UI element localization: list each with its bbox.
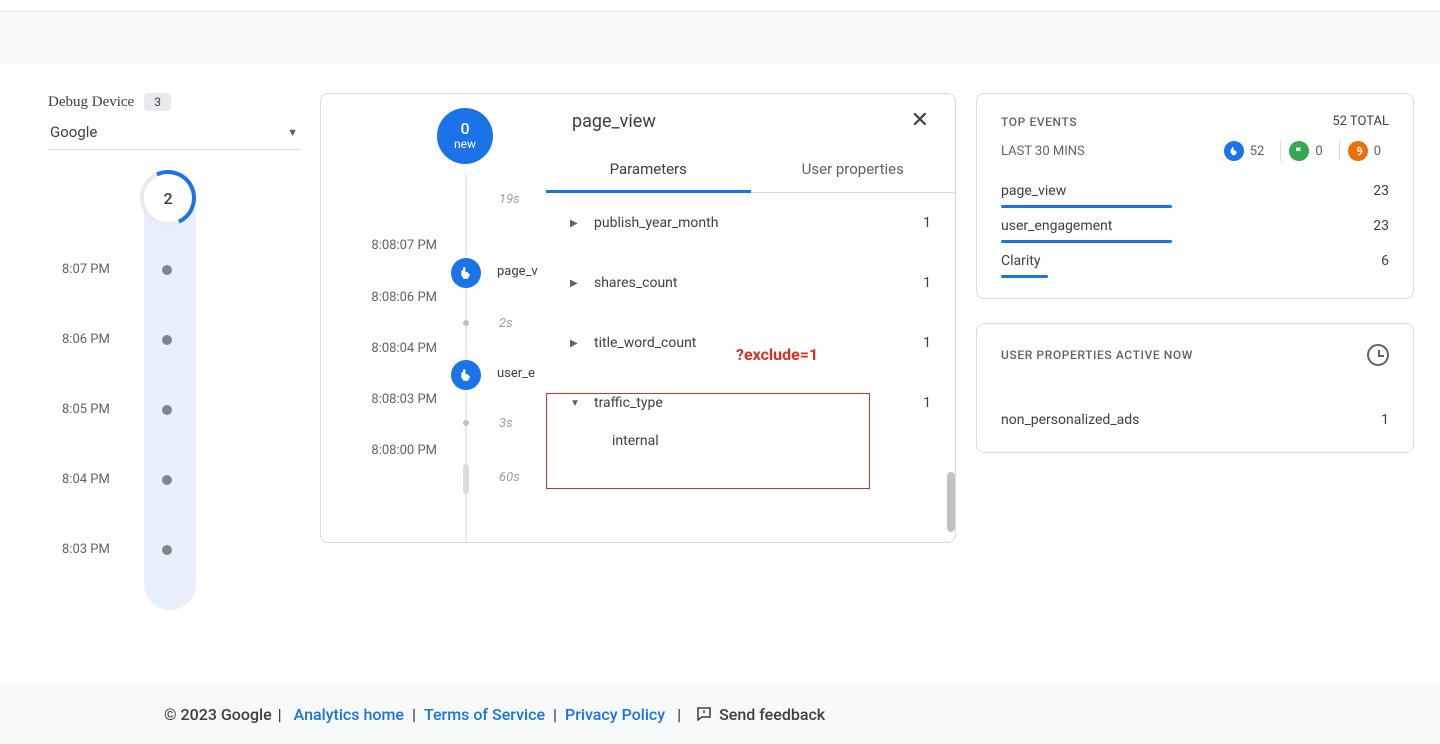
top-events-total: 52 TOTAL xyxy=(1332,114,1389,129)
footer-link-privacy[interactable]: Privacy Policy xyxy=(565,705,665,724)
user-property-row[interactable]: non_personalized_ads 1 xyxy=(1001,406,1389,434)
event-detail-panel: page_view ✕ Parameters User properties ?… xyxy=(546,94,955,542)
event-type-legend: 52 0 0 xyxy=(1216,141,1389,161)
device-select-value: Google xyxy=(50,123,97,141)
debug-device-header: Debug Device 3 xyxy=(48,93,300,111)
timeline-minute[interactable]: 8:07 PM xyxy=(48,262,300,277)
legend-error: 0 xyxy=(1339,141,1389,161)
user-property-count: 1 xyxy=(1381,412,1389,428)
stream-event-label[interactable]: page_v xyxy=(497,264,538,279)
user-properties-title: USER PROPERTIES ACTIVE NOW xyxy=(1001,348,1193,362)
parameter-name: traffic_type xyxy=(594,395,663,411)
top-event-item[interactable]: page_view 23 xyxy=(1001,175,1389,210)
event-detail-title: page_view xyxy=(572,111,656,132)
top-events-title: TOP EVENTS xyxy=(1001,115,1077,129)
timeline-active-count-value: 2 xyxy=(163,189,172,208)
parameter-name: shares_count xyxy=(594,275,677,291)
debug-device-count-badge: 3 xyxy=(144,93,171,111)
top-event-name: user_engagement xyxy=(1001,218,1112,234)
stream-timestamp: 8:08:06 PM xyxy=(345,290,437,305)
footer-link-tos[interactable]: Terms of Service xyxy=(424,705,545,724)
minute-timeline: 2 8:07 PM 8:06 PM 8:05 PM 8:04 PM 8:03 P… xyxy=(48,170,300,610)
event-stream: 0 new 19s 8:08:07 PM page_v 8:08:06 PM 2s 8:0… xyxy=(321,94,546,542)
tab-user-properties[interactable]: User properties xyxy=(751,146,956,192)
event-stream-card: 0 new 19s 8:08:07 PM page_v 8:08:06 PM 2s 8:0… xyxy=(320,93,956,543)
device-select[interactable]: Google ▼ xyxy=(48,123,300,150)
parameter-value: internal xyxy=(570,433,931,463)
new-events-badge[interactable]: 0 new xyxy=(437,108,493,164)
parameter-row[interactable]: ▶ publish_year_month 1 xyxy=(570,193,931,253)
flag-icon xyxy=(1289,141,1309,161)
parameter-count: 1 xyxy=(923,395,931,411)
top-event-count: 23 xyxy=(1373,218,1389,234)
chevron-right-icon: ▶ xyxy=(570,278,580,289)
timeline-minute[interactable]: 8:05 PM xyxy=(48,402,300,417)
chevron-right-icon: ▶ xyxy=(570,218,580,229)
feedback-icon xyxy=(695,705,713,723)
send-feedback-button[interactable]: Send feedback xyxy=(695,705,825,724)
footer-copyright: © 2023 Google xyxy=(164,705,272,724)
timeline-active-count[interactable]: 2 xyxy=(140,170,196,226)
parameter-name: title_word_count xyxy=(594,335,696,351)
stream-timestamp: 8:08:04 PM xyxy=(345,341,437,356)
user-properties-card: USER PROPERTIES ACTIVE NOW non_personali… xyxy=(976,323,1414,453)
parameter-row[interactable]: ▼ traffic_type 1 xyxy=(570,373,931,433)
top-event-bar xyxy=(1001,240,1172,243)
top-event-name: page_view xyxy=(1001,183,1066,199)
scrollbar-thumb[interactable] xyxy=(947,472,955,532)
stream-gap-label: 2s xyxy=(499,316,513,331)
top-event-name: Clarity xyxy=(1001,253,1040,269)
timeline-minute[interactable]: 8:04 PM xyxy=(48,472,300,487)
stream-gap-label: 60s xyxy=(499,470,520,485)
parameter-count: 1 xyxy=(923,275,931,291)
history-icon[interactable] xyxy=(1367,344,1389,366)
top-event-item[interactable]: user_engagement 23 xyxy=(1001,210,1389,245)
parameter-name: publish_year_month xyxy=(594,215,718,231)
close-icon[interactable]: ✕ xyxy=(911,110,929,132)
top-event-item[interactable]: Clarity 6 xyxy=(1001,245,1389,280)
parameter-row[interactable]: ▶ shares_count 1 xyxy=(570,253,931,313)
parameter-count: 1 xyxy=(923,215,931,231)
stream-event-dot[interactable] xyxy=(451,360,481,390)
chevron-down-icon: ▼ xyxy=(570,398,580,409)
stream-gap-marker xyxy=(463,320,469,326)
chevron-down-icon: ▼ xyxy=(287,126,298,139)
stream-event-dot[interactable] xyxy=(451,258,481,288)
stream-gap-marker xyxy=(463,464,469,494)
touch-icon xyxy=(1224,141,1244,161)
annotation-exclude: ?exclude=1 xyxy=(736,345,818,364)
chevron-right-icon: ▶ xyxy=(570,338,580,349)
stream-timestamp: 8:08:07 PM xyxy=(345,238,437,253)
user-property-name: non_personalized_ads xyxy=(1001,412,1139,428)
legend-conversion: 0 xyxy=(1280,141,1330,161)
stream-gap-marker xyxy=(463,420,469,426)
footer: © 2023 Google | Analytics home | Terms o… xyxy=(0,684,1440,744)
stream-timestamp: 8:08:03 PM xyxy=(345,392,437,407)
debug-device-label: Debug Device xyxy=(48,94,134,111)
top-event-count: 6 xyxy=(1381,253,1389,269)
footer-link-analytics-home[interactable]: Analytics home xyxy=(294,705,404,724)
tab-parameters[interactable]: Parameters xyxy=(546,146,751,193)
timeline-minute[interactable]: 8:03 PM xyxy=(48,542,300,557)
stream-gap-label: 19s xyxy=(499,192,520,207)
top-events-subtitle: LAST 30 MINS xyxy=(1001,144,1085,159)
parameter-count: 1 xyxy=(923,335,931,351)
top-event-count: 23 xyxy=(1373,183,1389,199)
stream-event-label[interactable]: user_e xyxy=(497,366,535,381)
top-event-bar xyxy=(1001,205,1172,208)
legend-automatic: 52 xyxy=(1216,141,1273,161)
top-event-bar xyxy=(1001,275,1048,278)
stream-gap-label: 3s xyxy=(499,416,513,431)
timeline-minute[interactable]: 8:06 PM xyxy=(48,332,300,347)
top-events-card: TOP EVENTS 52 TOTAL LAST 30 MINS 52 0 xyxy=(976,93,1414,299)
error-icon xyxy=(1348,141,1368,161)
parameter-row[interactable]: ▶ title_word_count 1 xyxy=(570,313,931,373)
stream-timestamp: 8:08:00 PM xyxy=(345,443,437,458)
